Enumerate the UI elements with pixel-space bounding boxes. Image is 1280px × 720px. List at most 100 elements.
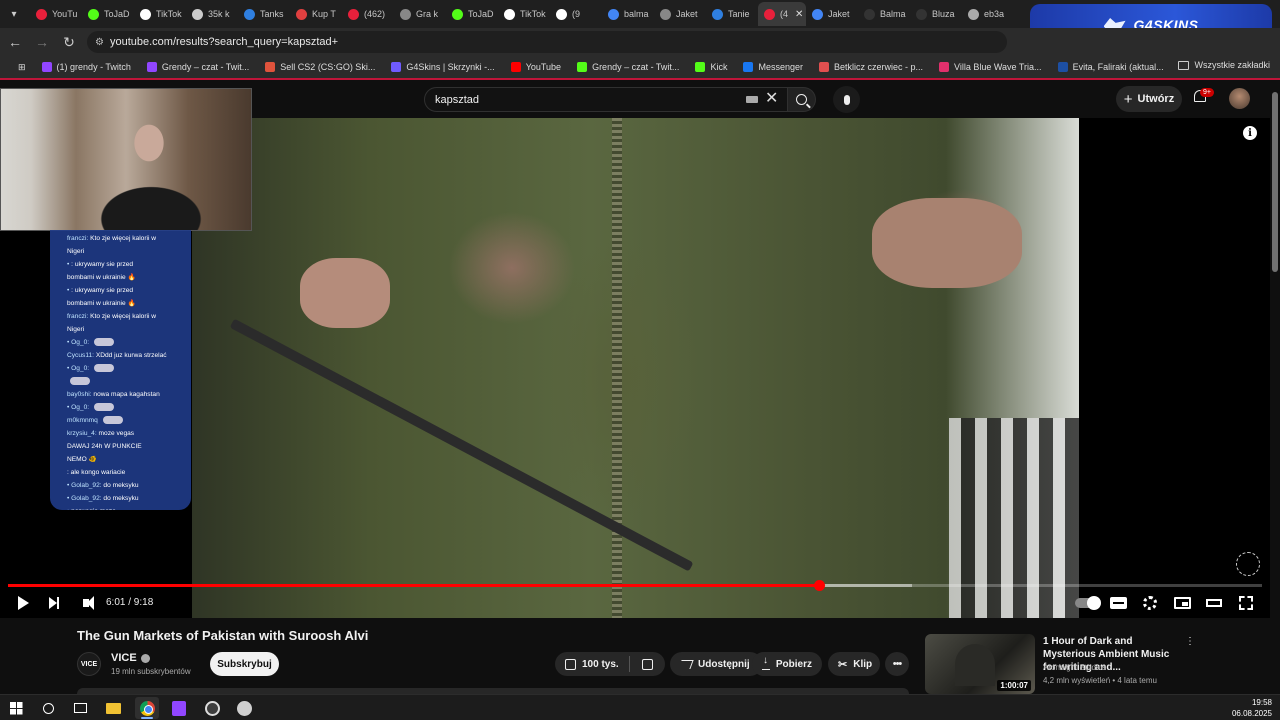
chat-text: bombami w ukrainie 🔥 [67,300,136,307]
taskbar-search-button[interactable] [39,699,57,717]
chat-text: Kto zje więcej kalorii w [90,313,157,320]
apps-grid-icon[interactable]: ⊞ [10,62,34,73]
bookmark-item[interactable]: Betklicz czerwiec - p... [811,62,931,72]
chat-message: bay0shi: nowa mapa kagahstan [67,388,187,401]
voice-search-button[interactable] [833,86,860,113]
task-view-button[interactable] [71,699,89,717]
share-button[interactable]: Udostępnij [670,652,762,676]
recommended-video-item[interactable]: 1:00:07 1 Hour of Dark and Mysterious Am… [925,634,1195,694]
tab-search-chevron-icon[interactable]: ▾ [4,4,24,24]
browser-tab[interactable]: (462) [342,2,394,26]
settings-button[interactable] [1138,591,1162,615]
chat-message: bombami w ukrainie 🔥 [67,271,187,284]
browser-tab[interactable]: TikTok [498,2,550,26]
kebab-menu-icon[interactable]: ⋮ [1185,636,1195,647]
bookmark-item[interactable]: (1) grendy - Twitch [34,62,139,72]
tab-favicon-icon [192,8,203,20]
browser-tab[interactable]: Tanks [238,2,290,26]
theater-mode-button[interactable] [1202,591,1226,615]
bookmark-item[interactable]: Messenger [735,62,811,72]
reload-icon[interactable]: ↻ [57,30,81,54]
chat-message: • Golab_92: do meksyku [67,492,187,505]
obs-taskbar-button[interactable] [203,699,221,717]
browser-tab[interactable]: Jaket [806,2,858,26]
browser-tab[interactable]: TikTok [134,2,186,26]
browser-tab[interactable]: ToJaD [446,2,498,26]
browser-tab[interactable]: eb3a [962,2,1014,26]
chat-username: • Golab_92: [67,482,102,489]
bookmark-item[interactable]: YouTube [503,62,569,72]
browser-tab[interactable]: ToJaD [82,2,134,26]
search-input[interactable]: kapsztad ✕ [424,87,788,112]
create-button[interactable]: + Utwórz [1116,86,1182,112]
browser-tab[interactable]: Kup T [290,2,342,26]
play-button[interactable] [11,591,35,615]
clear-search-icon[interactable]: ✕ [765,90,778,108]
start-button[interactable] [7,699,25,717]
thumbs-down-icon[interactable] [641,658,653,670]
scrollbar-thumb[interactable] [1272,92,1278,272]
thumbs-up-icon[interactable] [565,658,576,670]
mute-button[interactable] [74,591,98,615]
clip-button[interactable]: ✂ Klip [828,652,880,676]
chat-emote-icon [93,338,114,347]
tab-label: Bluza [932,9,955,19]
chat-emote-icon [93,403,114,412]
browser-tab[interactable]: Bluza [910,2,962,26]
address-bar[interactable]: ⚙ youtube.com/results?search_query=kapsz… [87,31,1007,53]
info-icon[interactable]: i [1243,126,1257,140]
recommended-thumbnail[interactable]: 1:00:07 [925,634,1035,694]
browser-tab[interactable]: Gra k [394,2,446,26]
account-avatar[interactable] [1229,88,1250,109]
system-clock[interactable]: 19:58 06.08.2025 [1232,697,1272,719]
chat-message: • : ukrywamy sie przed [67,284,187,297]
all-bookmarks-button[interactable]: Wszystkie zakładki [1178,60,1270,70]
tab-favicon-icon [916,8,927,20]
browser-tab[interactable]: balma [602,2,654,26]
app-taskbar-button[interactable] [235,699,253,717]
bookmark-item[interactable]: G4Skins | Skrzynki -... [383,62,502,72]
page-scrollbar[interactable] [1270,80,1280,700]
miniplayer-button[interactable] [1170,591,1194,615]
like-count[interactable]: 100 tys. [582,659,619,670]
stream-chat-overlay: franczi: Kto zje więcej kalorii w Nigeri •… [50,230,191,510]
video-frame[interactable] [192,118,1079,618]
chrome-taskbar-button[interactable] [135,697,159,719]
forward-arrow-icon[interactable]: → [30,30,54,54]
bookmark-item[interactable]: Evita, Faliraki (aktual... [1050,62,1172,72]
progress-bar[interactable] [8,580,1262,591]
chat-message: m0kmnmq [67,414,187,427]
bookmark-item[interactable]: Kick [687,62,735,72]
chat-message: bombami w ukrainie 🔥 [67,297,187,310]
keyboard-icon[interactable] [746,96,758,103]
back-arrow-icon[interactable]: ← [3,30,27,54]
site-info-icon[interactable]: ⚙ [95,37,104,48]
browser-tab[interactable]: Jaket [654,2,706,26]
more-actions-button[interactable]: ••• [885,652,909,676]
browser-tab[interactable]: YouTu [30,2,82,26]
bookmark-item[interactable]: Grendy – czat - Twit... [569,62,687,72]
subscribe-button[interactable]: Subskrybuj [210,652,279,676]
subtitles-button[interactable] [1106,591,1130,615]
browser-tab[interactable]: Balma [858,2,910,26]
file-explorer-button[interactable] [104,699,122,717]
browser-tab[interactable]: 35k k [186,2,238,26]
fullscreen-button[interactable] [1234,591,1258,615]
search-button[interactable] [788,87,816,112]
autoplay-toggle[interactable] [1072,591,1102,615]
chat-text: Nigeri [67,248,85,255]
channel-name[interactable]: VICE [111,652,150,664]
browser-tab[interactable]: Tanie [706,2,758,26]
channel-avatar[interactable]: VICE [77,652,101,676]
bookmark-item[interactable]: Grendy – czat - Twit... [139,62,257,72]
browser-tab[interactable]: (4 ✕ [758,2,806,26]
download-button[interactable]: Pobierz [752,652,822,676]
next-button[interactable] [42,591,66,615]
tab-close-icon[interactable]: ✕ [795,9,803,20]
twitch-taskbar-button[interactable] [170,699,188,717]
subscribe-watermark-icon[interactable] [1236,552,1260,576]
bookmark-item[interactable]: Villa Blue Wave Tria... [931,62,1050,72]
bookmark-item[interactable]: Sell CS2 (CS:GO) Ski... [257,62,383,72]
browser-tab[interactable]: (9 [550,2,602,26]
bookmarks-bar: ⊞ (1) grendy - Twitch Grendy – czat - Twi… [0,56,1280,78]
